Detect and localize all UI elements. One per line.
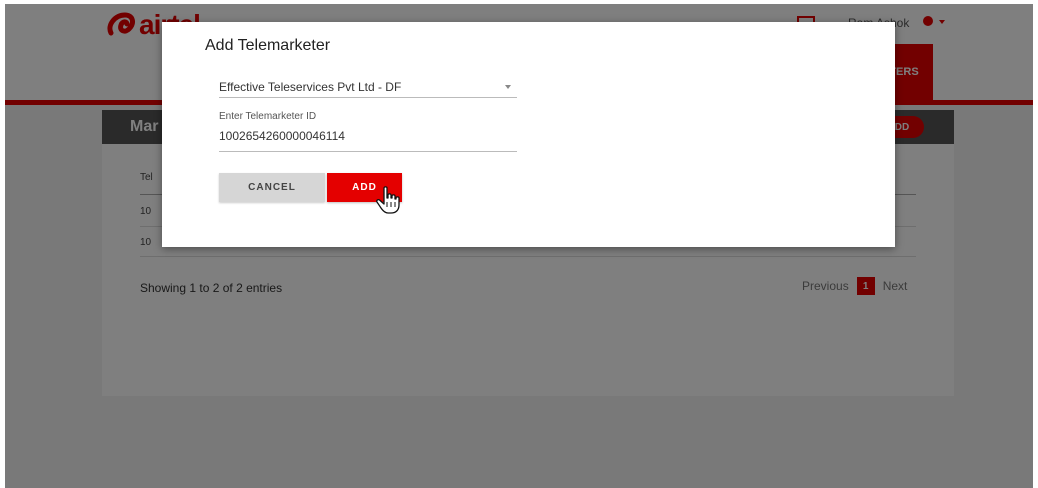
frame-border [1033, 0, 1038, 488]
cancel-button[interactable]: CANCEL [219, 173, 325, 202]
telemarketer-id-input[interactable] [219, 127, 509, 145]
company-select[interactable]: Effective Teleservices Pvt Ltd - DF [219, 75, 517, 98]
chevron-down-icon [505, 85, 511, 89]
telemarketer-id-field: Enter Telemarketer ID [219, 111, 517, 152]
hand-pointer-icon [376, 186, 400, 214]
dialog-title: Add Telemarketer [205, 37, 331, 54]
add-telemarketer-dialog: Add Telemarketer Effective Teleservices … [162, 22, 895, 247]
page: airtel Ram Ashok TERS Mar DD Tel 10 10 S… [0, 0, 1038, 488]
telemarketer-id-label: Enter Telemarketer ID [219, 111, 317, 122]
company-select-value: Effective Teleservices Pvt Ltd - DF [219, 80, 402, 94]
